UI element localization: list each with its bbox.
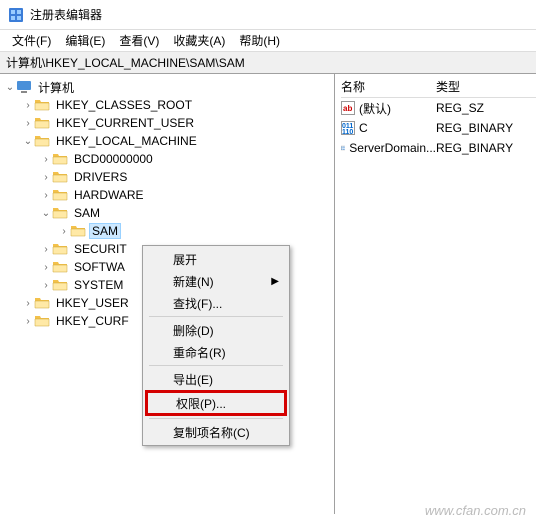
menu-help[interactable]: 帮助(H): [233, 30, 286, 51]
context-menu: 展开 新建(N)▶ 查找(F)... 删除(D) 重命名(R) 导出(E) 权限…: [142, 245, 290, 446]
expander-icon[interactable]: ›: [22, 298, 34, 309]
list-pane[interactable]: 名称 类型 ab(默认)REG_SZ011110CREG_BINARY01111…: [335, 74, 536, 514]
folder-icon: [34, 296, 50, 310]
value-type: REG_SZ: [436, 101, 484, 115]
ctx-copykey[interactable]: 复制项名称(C): [145, 421, 287, 443]
expander-icon[interactable]: ⌄: [4, 82, 16, 93]
reg-binary-icon: 011110: [341, 141, 345, 155]
expander-icon[interactable]: ⌄: [40, 208, 52, 219]
value-name: ServerDomain...: [349, 141, 436, 155]
expander-icon[interactable]: ›: [22, 316, 34, 327]
folder-icon: [52, 206, 68, 220]
menubar: 文件(F) 编辑(E) 查看(V) 收藏夹(A) 帮助(H): [0, 30, 536, 52]
list-row[interactable]: 011110 ServerDomain...REG_BINARY: [341, 138, 536, 158]
folder-icon: [34, 98, 50, 112]
ctx-new[interactable]: 新建(N)▶: [145, 270, 287, 292]
svg-text:ab: ab: [343, 104, 352, 113]
expander-icon[interactable]: ›: [40, 262, 52, 273]
tree-hkcu[interactable]: › HKEY_CURRENT_USER: [4, 114, 334, 132]
folder-icon: [52, 152, 68, 166]
tree-drivers[interactable]: › DRIVERS: [4, 168, 334, 186]
folder-icon: [52, 278, 68, 292]
folder-icon: [52, 188, 68, 202]
expander-icon[interactable]: ›: [58, 226, 70, 237]
titlebar: 注册表编辑器: [0, 0, 536, 30]
value-name: C: [359, 121, 368, 135]
regedit-icon: [8, 7, 24, 23]
separator: [149, 365, 283, 366]
tree-hkcr[interactable]: › HKEY_CLASSES_ROOT: [4, 96, 334, 114]
menu-view[interactable]: 查看(V): [113, 30, 165, 51]
expander-icon[interactable]: ⌄: [22, 136, 34, 147]
folder-icon: [52, 242, 68, 256]
submenu-arrow-icon: ▶: [271, 276, 279, 287]
svg-text:110: 110: [341, 149, 345, 151]
reg-binary-icon: 011110: [341, 121, 355, 135]
reg-sz-icon: ab: [341, 101, 355, 115]
tree-bcd[interactable]: › BCD00000000: [4, 150, 334, 168]
folder-icon: [70, 224, 86, 238]
menu-favorites[interactable]: 收藏夹(A): [167, 30, 231, 51]
expander-icon[interactable]: ›: [40, 190, 52, 201]
col-name[interactable]: 名称: [341, 78, 436, 95]
menu-edit[interactable]: 编辑(E): [59, 30, 111, 51]
value-type: REG_BINARY: [436, 121, 513, 135]
separator: [149, 316, 283, 317]
ctx-expand[interactable]: 展开: [145, 248, 287, 270]
list-row[interactable]: ab (默认) REG_SZ: [341, 98, 536, 118]
tree-sam[interactable]: ⌄ SAM: [4, 204, 334, 222]
list-header[interactable]: 名称 类型: [341, 78, 536, 98]
expander-icon[interactable]: ›: [40, 280, 52, 291]
expander-icon[interactable]: ›: [22, 100, 34, 111]
ctx-permissions[interactable]: 权限(P)...: [145, 390, 287, 416]
ctx-export[interactable]: 导出(E): [145, 368, 287, 390]
folder-icon: [52, 170, 68, 184]
expander-icon[interactable]: ›: [22, 118, 34, 129]
expander-icon[interactable]: ›: [40, 244, 52, 255]
menu-file[interactable]: 文件(F): [6, 30, 57, 51]
tree-hklm[interactable]: ⌄ HKEY_LOCAL_MACHINE: [4, 132, 334, 150]
computer-icon: [16, 80, 32, 94]
folder-icon: [52, 260, 68, 274]
ctx-delete[interactable]: 删除(D): [145, 319, 287, 341]
value-type: REG_BINARY: [436, 141, 513, 155]
col-type[interactable]: 类型: [436, 78, 460, 95]
watermark: www.cfan.com.cn: [425, 503, 526, 518]
value-name: (默认): [359, 100, 391, 117]
folder-icon: [34, 134, 50, 148]
address-bar[interactable]: 计算机\HKEY_LOCAL_MACHINE\SAM\SAM: [0, 52, 536, 74]
expander-icon[interactable]: ›: [40, 172, 52, 183]
svg-text:110: 110: [342, 129, 353, 135]
separator: [149, 418, 283, 419]
address-text: 计算机\HKEY_LOCAL_MACHINE\SAM\SAM: [6, 54, 245, 71]
tree-root[interactable]: ⌄ 计算机: [4, 78, 334, 96]
folder-icon: [34, 116, 50, 130]
tree-hardware[interactable]: › HARDWARE: [4, 186, 334, 204]
tree-sam-sam[interactable]: › SAM: [4, 222, 334, 240]
folder-icon: [34, 314, 50, 328]
expander-icon[interactable]: ›: [40, 154, 52, 165]
list-row[interactable]: 011110 C REG_BINARY: [341, 118, 536, 138]
window-title: 注册表编辑器: [30, 6, 102, 23]
ctx-find[interactable]: 查找(F)...: [145, 292, 287, 314]
ctx-rename[interactable]: 重命名(R): [145, 341, 287, 363]
